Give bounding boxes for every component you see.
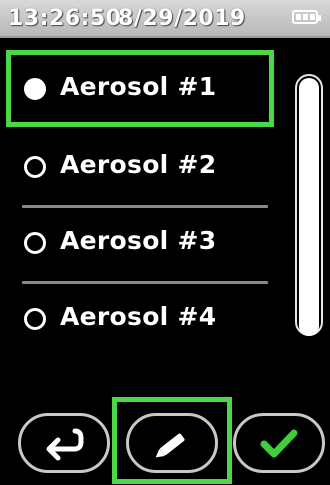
radio-unselected-icon bbox=[24, 156, 46, 178]
list-item-label: Aerosol #2 bbox=[60, 150, 217, 179]
list-item-label: Aerosol #4 bbox=[60, 302, 217, 331]
scrollbar[interactable] bbox=[295, 74, 323, 336]
scrollbar-thumb[interactable] bbox=[299, 78, 319, 336]
list-item-label: Aerosol #3 bbox=[60, 226, 217, 255]
radio-unselected-icon bbox=[24, 308, 46, 330]
selection-highlight bbox=[6, 50, 274, 127]
battery-full-icon bbox=[292, 10, 321, 24]
list-item-aerosol-2[interactable]: Aerosol #2 bbox=[8, 128, 278, 206]
status-time: 13:26:50 bbox=[8, 6, 122, 31]
radio-unselected-icon bbox=[24, 232, 46, 254]
back-button[interactable] bbox=[18, 413, 110, 473]
status-bar: 13:26:50 8/29/2019 bbox=[0, 0, 330, 38]
return-arrow-icon bbox=[46, 428, 84, 461]
list-item-aerosol-3[interactable]: Aerosol #3 bbox=[8, 204, 278, 282]
confirm-button[interactable] bbox=[233, 413, 325, 473]
checkmark-icon bbox=[260, 429, 298, 458]
list-item-aerosol-4[interactable]: Aerosol #4 bbox=[8, 280, 278, 358]
status-date: 8/29/2019 bbox=[118, 6, 246, 31]
edit-button-highlight bbox=[112, 397, 232, 484]
